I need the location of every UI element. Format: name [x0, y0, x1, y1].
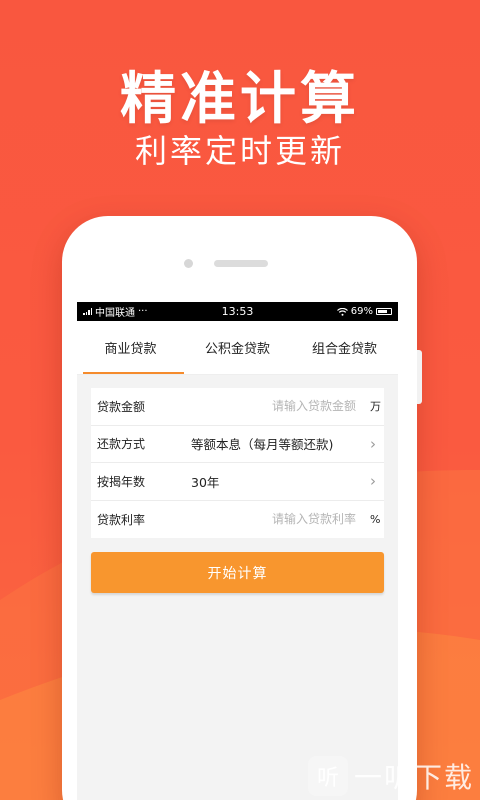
app-screen: 中国联通 ··· 13:53 69% 商业贷款 公积金贷款 组合金贷款 贷款金额… [77, 302, 398, 800]
phone-side-button [417, 350, 422, 404]
start-calculation-button[interactable]: 开始计算 [91, 552, 384, 593]
hero-subtitle: 利率定时更新 [134, 132, 345, 170]
mortgage-years-label: 按揭年数 [97, 474, 146, 489]
carrier-more: ··· [138, 306, 148, 317]
loan-amount-input[interactable] [191, 399, 370, 414]
site-watermark: 听 一听下载 [307, 756, 474, 796]
signal-icon [83, 308, 92, 315]
loan-amount-unit: 万 [370, 400, 381, 414]
repayment-method-value: 等额本息（每月等额还款) [191, 437, 334, 453]
status-time: 13:53 [221, 305, 254, 318]
loan-type-tabs: 商业贷款 公积金贷款 组合金贷款 [77, 321, 398, 375]
mortgage-years-row[interactable]: 按揭年数 30年 › [91, 463, 384, 501]
hero-title: 精准计算 [120, 67, 360, 132]
loan-amount-row: 贷款金额 万 [91, 388, 384, 426]
watermark-logo: 听 [307, 756, 348, 796]
watermark-text: 一听下载 [353, 761, 474, 794]
phone-speaker [214, 260, 268, 267]
battery-icon [375, 308, 392, 315]
loan-form: 贷款金额 万 还款方式 等额本息（每月等额还款) › 按揭年数 30年 › 贷款… [91, 388, 384, 538]
chevron-right-icon: › [370, 434, 376, 453]
phone-camera [184, 259, 193, 268]
loan-amount-label: 贷款金额 [97, 399, 146, 414]
loan-rate-unit: % [370, 512, 381, 526]
loan-rate-input[interactable] [191, 512, 370, 527]
carrier-name: 中国联通 [95, 308, 135, 319]
wifi-icon [336, 307, 348, 316]
mortgage-years-value: 30年 [191, 474, 220, 490]
repayment-method-row[interactable]: 还款方式 等额本息（每月等额还款) › [91, 426, 384, 463]
tab-provident-fund-loan[interactable]: 公积金贷款 [184, 321, 291, 374]
loan-rate-row: 贷款利率 % [91, 501, 384, 539]
tab-combined-loan[interactable]: 组合金贷款 [291, 321, 398, 374]
status-bar: 中国联通 ··· 13:53 69% [77, 302, 398, 321]
battery-percent: 69% [350, 306, 373, 317]
loan-rate-label: 贷款利率 [97, 512, 146, 527]
tab-commercial-loan[interactable]: 商业贷款 [77, 321, 184, 374]
chevron-right-icon: › [370, 472, 376, 491]
repayment-method-label: 还款方式 [97, 437, 146, 452]
